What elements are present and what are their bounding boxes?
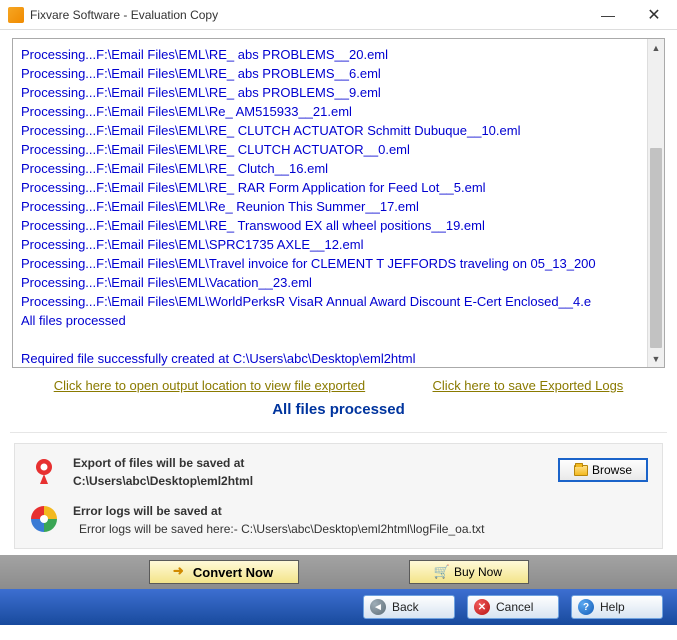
- cancel-icon: ✕: [474, 599, 490, 615]
- folder-icon: [574, 465, 588, 476]
- errorlog-row: Error logs will be saved at Error logs w…: [29, 502, 648, 538]
- status-text: All files processed: [0, 395, 677, 432]
- help-icon: ?: [578, 599, 594, 615]
- back-label: Back: [392, 600, 419, 614]
- log-line: Processing...F:\Email Files\EML\RE_ Clut…: [21, 159, 656, 178]
- footer-row: ◄ Back ✕ Cancel ? Help: [0, 589, 677, 625]
- minimize-button[interactable]: —: [585, 0, 631, 30]
- scroll-down-icon[interactable]: ▼: [648, 350, 664, 367]
- save-logs-link[interactable]: Click here to save Exported Logs: [433, 378, 624, 393]
- log-line: Processing...F:\Email Files\EML\RE_ abs …: [21, 45, 656, 64]
- errorlog-path: Error logs will be saved here:- C:\Users…: [73, 520, 648, 538]
- buy-button[interactable]: 🛒 Buy Now: [409, 560, 529, 584]
- log-textarea[interactable]: Processing...F:\Email Files\EML\RE_ abs …: [12, 38, 665, 368]
- log-line: Processing...F:\Email Files\EML\RE_ RAR …: [21, 178, 656, 197]
- buy-label: Buy Now: [454, 565, 502, 579]
- info-panel: Export of files will be saved at C:\User…: [14, 443, 663, 549]
- pie-icon: [29, 504, 59, 534]
- cart-icon: 🛒: [435, 565, 449, 579]
- scroll-up-icon[interactable]: ▲: [648, 39, 664, 56]
- log-line: Processing...F:\Email Files\EML\Re_ Reun…: [21, 197, 656, 216]
- log-line: Processing...F:\Email Files\EML\RE_ abs …: [21, 83, 656, 102]
- log-line: Processing...F:\Email Files\EML\RE_ Tran…: [21, 216, 656, 235]
- convert-label: Convert Now: [193, 565, 273, 580]
- pin-icon: [29, 456, 59, 486]
- scroll-thumb[interactable]: [650, 148, 662, 348]
- divider: [10, 432, 667, 433]
- log-line: Processing...F:\Email Files\EML\Vacation…: [21, 273, 656, 292]
- browse-button[interactable]: Browse: [558, 458, 648, 482]
- log-line: Processing...F:\Email Files\EML\RE_ abs …: [21, 64, 656, 83]
- help-button[interactable]: ? Help: [571, 595, 663, 619]
- cancel-label: Cancel: [496, 600, 533, 614]
- log-line: Required file successfully created at C:…: [21, 349, 656, 368]
- convert-icon: [174, 565, 188, 579]
- log-line: Processing...F:\Email Files\EML\RE_ CLUT…: [21, 140, 656, 159]
- cancel-button[interactable]: ✕ Cancel: [467, 595, 559, 619]
- log-line: Processing...F:\Email Files\EML\WorldPer…: [21, 292, 656, 311]
- open-output-link[interactable]: Click here to open output location to vi…: [54, 378, 365, 393]
- log-line: Processing...F:\Email Files\EML\RE_ CLUT…: [21, 121, 656, 140]
- browse-label: Browse: [592, 463, 632, 477]
- titlebar: Fixvare Software - Evaluation Copy — ✕: [0, 0, 677, 30]
- export-row: Export of files will be saved at C:\User…: [29, 454, 648, 490]
- links-row: Click here to open output location to vi…: [0, 372, 677, 395]
- app-icon: [8, 7, 24, 23]
- close-button[interactable]: ✕: [631, 0, 677, 30]
- action-row: Convert Now 🛒 Buy Now: [0, 555, 677, 589]
- log-line: [21, 330, 656, 349]
- log-line: Processing...F:\Email Files\EML\Re_ AM51…: [21, 102, 656, 121]
- export-header: Export of files will be saved at: [73, 454, 558, 472]
- convert-button[interactable]: Convert Now: [149, 560, 299, 584]
- log-line: All files processed: [21, 311, 656, 330]
- back-icon: ◄: [370, 599, 386, 615]
- scrollbar[interactable]: ▲ ▼: [647, 39, 664, 367]
- log-line: Processing...F:\Email Files\EML\Travel i…: [21, 254, 656, 273]
- export-path: C:\Users\abc\Desktop\eml2html: [73, 472, 558, 490]
- back-button[interactable]: ◄ Back: [363, 595, 455, 619]
- help-label: Help: [600, 600, 625, 614]
- window-title: Fixvare Software - Evaluation Copy: [30, 8, 585, 22]
- errorlog-header: Error logs will be saved at: [73, 502, 648, 520]
- log-line: Processing...F:\Email Files\EML\SPRC1735…: [21, 235, 656, 254]
